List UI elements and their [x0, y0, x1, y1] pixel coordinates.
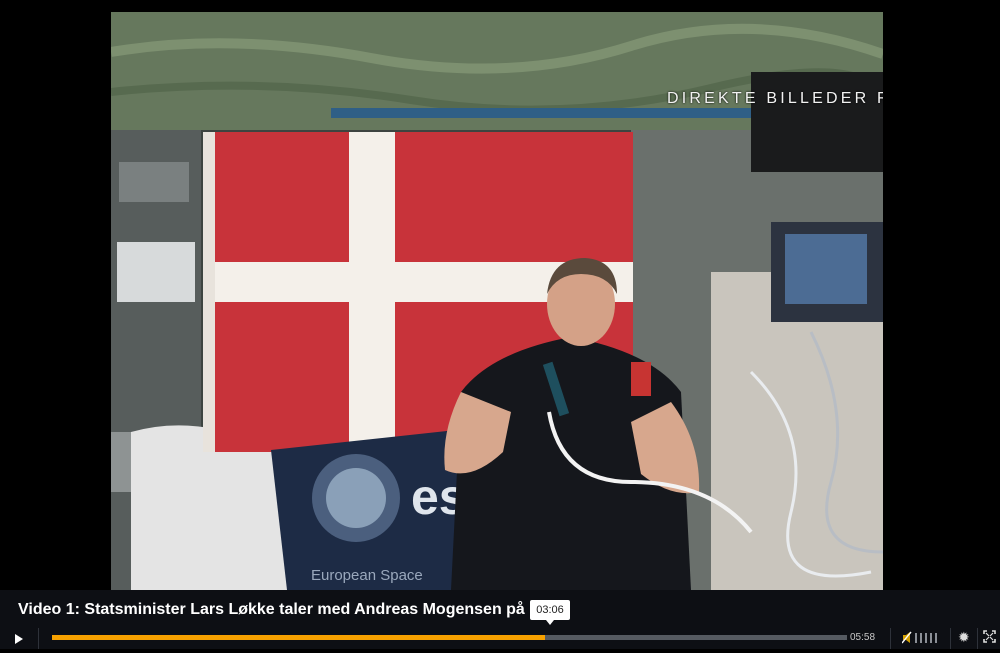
live-feed-label: DIREKTE BILLEDER FRA ISS	[667, 90, 883, 107]
control-divider	[977, 628, 978, 649]
fullscreen-button[interactable]	[983, 630, 996, 643]
duration-label: 05:58	[850, 632, 876, 643]
svg-text:European Space: European Space	[311, 567, 423, 584]
fullscreen-icon	[983, 630, 996, 643]
progress-fill	[52, 635, 545, 640]
video-frame[interactable]: esa European Space DIREKTE BILLEDER FRA …	[111, 12, 883, 590]
speaker-muted-icon	[901, 631, 937, 644]
play-icon	[15, 634, 23, 644]
gear-icon: ✹	[958, 629, 970, 645]
control-divider	[38, 628, 39, 649]
play-button[interactable]	[8, 630, 28, 648]
progress-track[interactable]	[52, 635, 847, 640]
settings-button[interactable]: ✹	[958, 630, 973, 645]
hover-time-tooltip: 03:06	[530, 600, 570, 625]
control-divider	[890, 628, 891, 649]
control-divider	[950, 628, 951, 649]
mute-button[interactable]	[901, 631, 942, 644]
video-title: Video 1: Statsminister Lars Løkke taler …	[18, 601, 525, 618]
